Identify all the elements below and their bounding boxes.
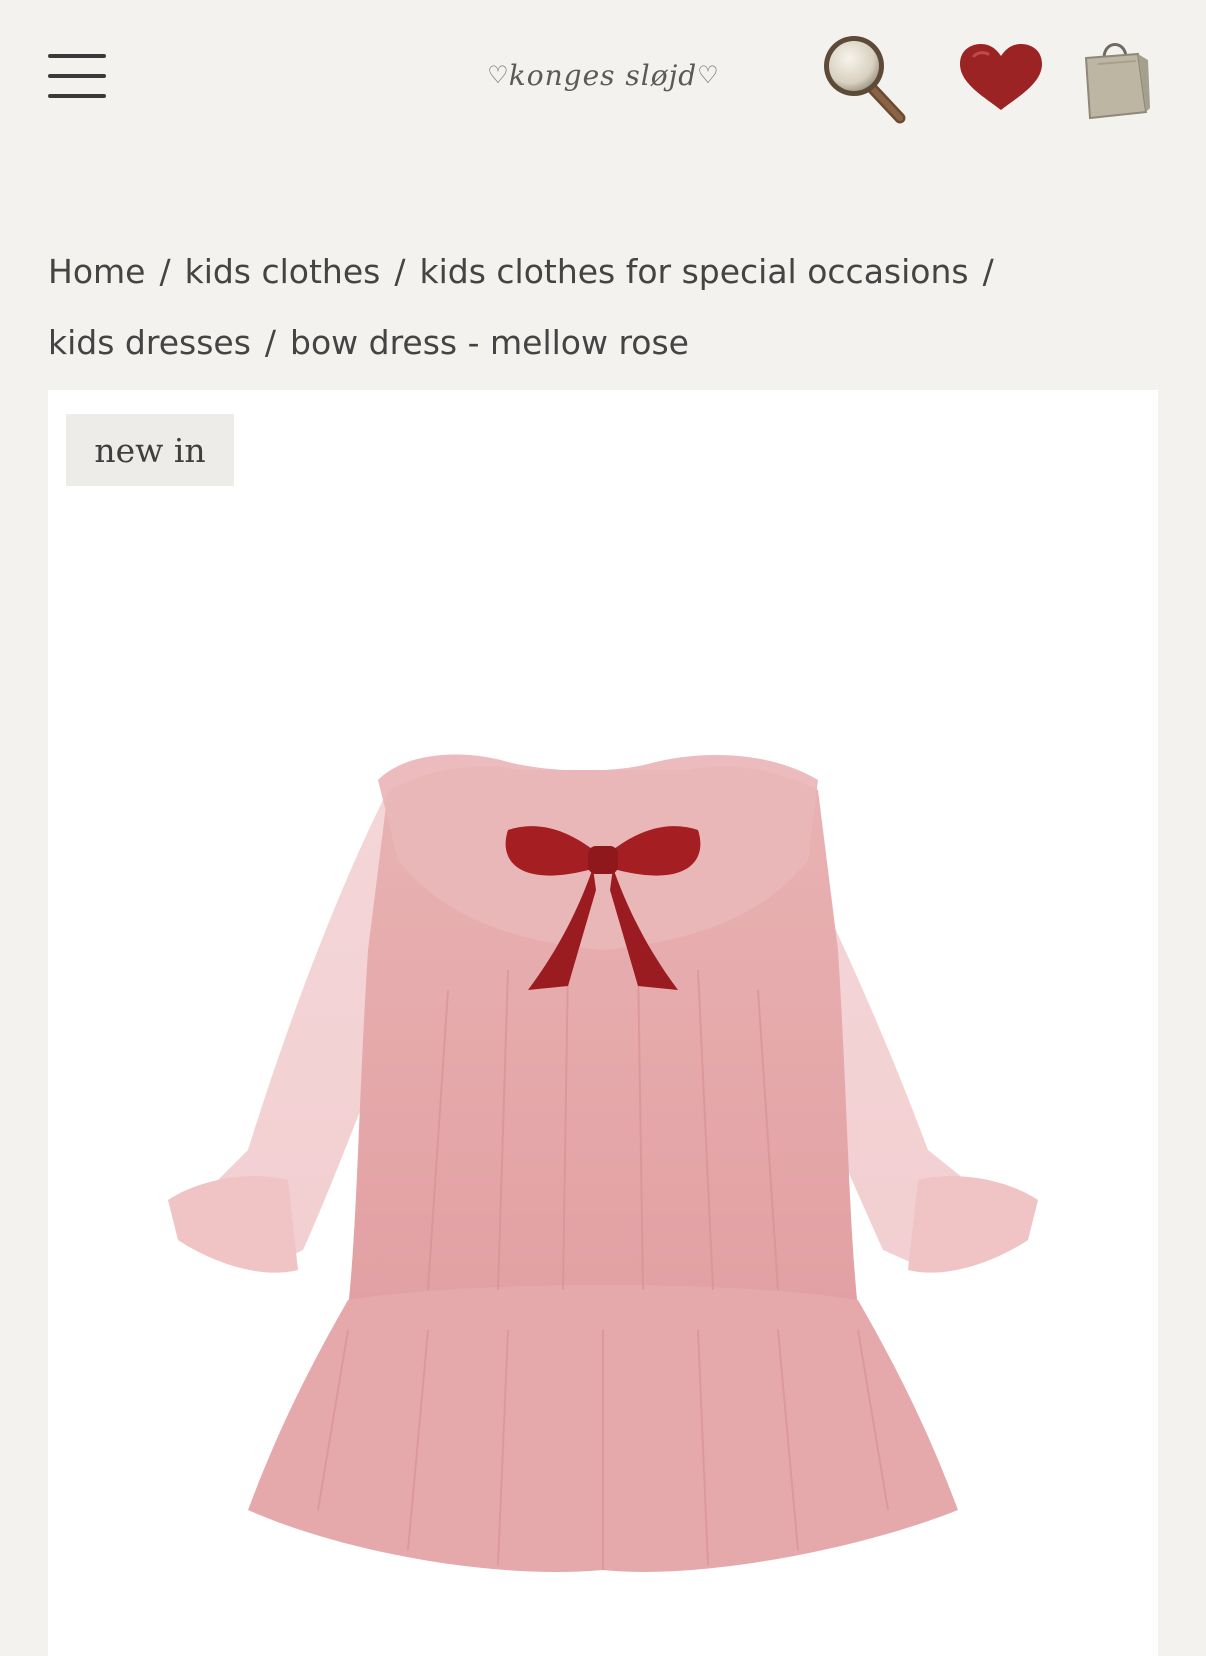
breadcrumb-separator: / [159, 252, 171, 291]
heart-icon [960, 44, 1042, 110]
dress-left-cuff [168, 1176, 298, 1273]
shopping-bag-icon [1084, 43, 1150, 120]
search-button[interactable] [818, 32, 910, 124]
shopping-bag-button[interactable] [1080, 34, 1152, 120]
breadcrumb-separator: / [264, 323, 277, 362]
site-header: ♡ konges sløjd ♡ [0, 0, 1206, 160]
product-image[interactable] [48, 390, 1158, 1656]
magnifying-glass-icon [824, 36, 906, 124]
wishlist-button[interactable] [956, 40, 1046, 114]
logo-text: konges sløjd [508, 58, 698, 92]
logo-heart-icon: ♡ [697, 61, 719, 89]
logo-heart-icon: ♡ [487, 61, 509, 89]
breadcrumb-current-page: bow dress - mellow rose [290, 323, 689, 362]
breadcrumb-kids-dresses-link[interactable]: kids dresses [48, 323, 251, 362]
new-in-badge: new in [66, 414, 234, 486]
hamburger-icon-line [48, 74, 106, 78]
breadcrumb-kids-clothes-link[interactable]: kids clothes [185, 252, 381, 291]
breadcrumb: Home / kids clothes / kids clothes for speci… [48, 236, 1158, 378]
hamburger-icon-line [48, 94, 106, 98]
product-image-card[interactable]: new in [48, 390, 1158, 1656]
breadcrumb-special-occasions-link[interactable]: kids clothes for special occasions [419, 252, 968, 291]
hamburger-icon-line [48, 54, 106, 58]
breadcrumb-home-link[interactable]: Home [48, 252, 145, 291]
site-logo[interactable]: ♡ konges sløjd ♡ [476, 48, 730, 102]
dress-right-cuff [908, 1176, 1038, 1273]
breadcrumb-separator: / [982, 252, 994, 291]
breadcrumb-separator: / [394, 252, 406, 291]
hamburger-menu-button[interactable] [48, 52, 108, 102]
